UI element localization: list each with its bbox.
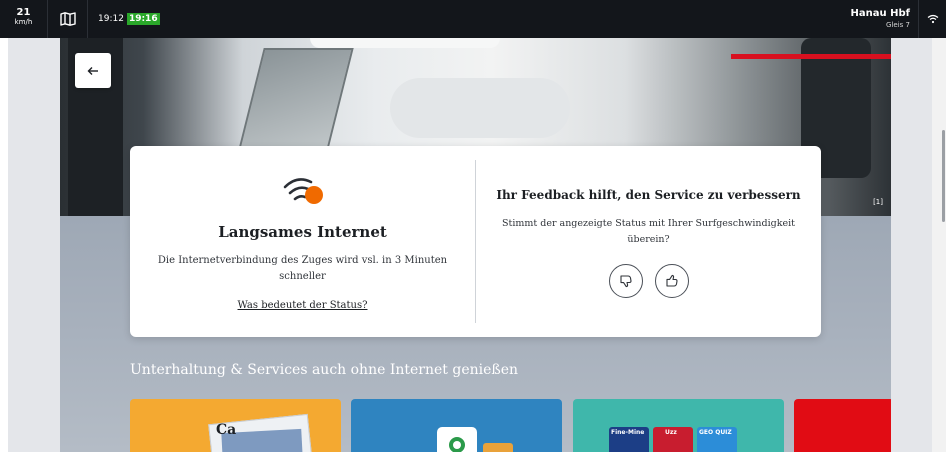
dfb-logo-icon: [449, 437, 465, 452]
platform: Gleis 7: [886, 21, 910, 29]
next-station: Hanau Hbf: [850, 8, 910, 19]
thumbs-up-button[interactable]: [655, 264, 689, 298]
arrival-times: 19:12 19:16: [98, 13, 160, 25]
dfb-logo: [437, 427, 477, 452]
map-icon: [59, 12, 76, 26]
image-credit: [1]: [873, 198, 883, 206]
hero-laptop: [236, 48, 354, 158]
thumbs-up-icon: [666, 274, 678, 287]
speed-indicator: 21 km/h: [0, 0, 48, 38]
status-title: Langsames Internet: [218, 223, 387, 241]
feedback-panel: Ihr Feedback hilft, den Service zu verbe…: [476, 146, 821, 337]
speed-value: 21: [16, 7, 31, 18]
game-label-fine-mine: Fine-Mine: [611, 429, 645, 436]
game-label-geo-quiz: GEO QUIZ: [699, 429, 732, 436]
scrollbar-thumb[interactable]: [942, 130, 945, 222]
dfb-badge: [483, 443, 513, 452]
dfb-tile[interactable]: [351, 399, 562, 452]
feedback-title: Ihr Feedback hilft, den Service zu verbe…: [496, 188, 801, 202]
thumbs-down-icon: [620, 275, 632, 288]
main-content: [1] Langsames Internet Die Internetverbi…: [8, 38, 932, 452]
feedback-question: Stimmt der angezeigte Status mit Ihrer S…: [502, 218, 795, 245]
hero-red-stripe: [731, 54, 891, 59]
map-button[interactable]: [48, 0, 88, 38]
speed-unit: km/h: [14, 18, 33, 26]
game-label-uzz: Uzz: [665, 429, 677, 436]
scrollbar[interactable]: [932, 38, 946, 452]
back-button[interactable]: [75, 53, 111, 88]
status-description: Die Internetverbindung des Zuges wird vs…: [157, 255, 448, 282]
hero-arm: [390, 78, 570, 138]
next-stop: Hanau Hbf Gleis 7: [851, 8, 910, 30]
wifi-status-button[interactable]: [918, 0, 946, 38]
train-status-bar: 21 km/h 19:12 19:16 Hanau Hbf Gleis 7: [0, 0, 946, 38]
wifi-icon: [927, 14, 938, 24]
internet-status-card: Langsames Internet Die Internetverbindun…: [130, 146, 821, 337]
scheduled-time: 19:12: [98, 14, 124, 24]
status-panel: Langsames Internet Die Internetverbindun…: [130, 146, 475, 337]
arrow-left-icon: [87, 66, 98, 75]
thumbs-down-button[interactable]: [609, 264, 643, 298]
hero-window: [310, 38, 500, 48]
wifi-slow-icon: [283, 178, 323, 204]
red-tile[interactable]: [794, 399, 891, 452]
magazine-tile[interactable]: Ca: [130, 399, 341, 452]
status-help-link[interactable]: Was bedeutet der Status?: [130, 300, 475, 311]
section-title: Unterhaltung & Services auch ohne Intern…: [130, 362, 519, 378]
games-tile[interactable]: Fine-Mine Uzz GEO QUIZ: [573, 399, 784, 452]
actual-time: 19:16: [126, 13, 160, 25]
magazine-cover-label: Ca: [216, 422, 237, 438]
entertainment-tiles: Ca Fine-Mine Uzz GEO QUIZ: [130, 399, 891, 452]
